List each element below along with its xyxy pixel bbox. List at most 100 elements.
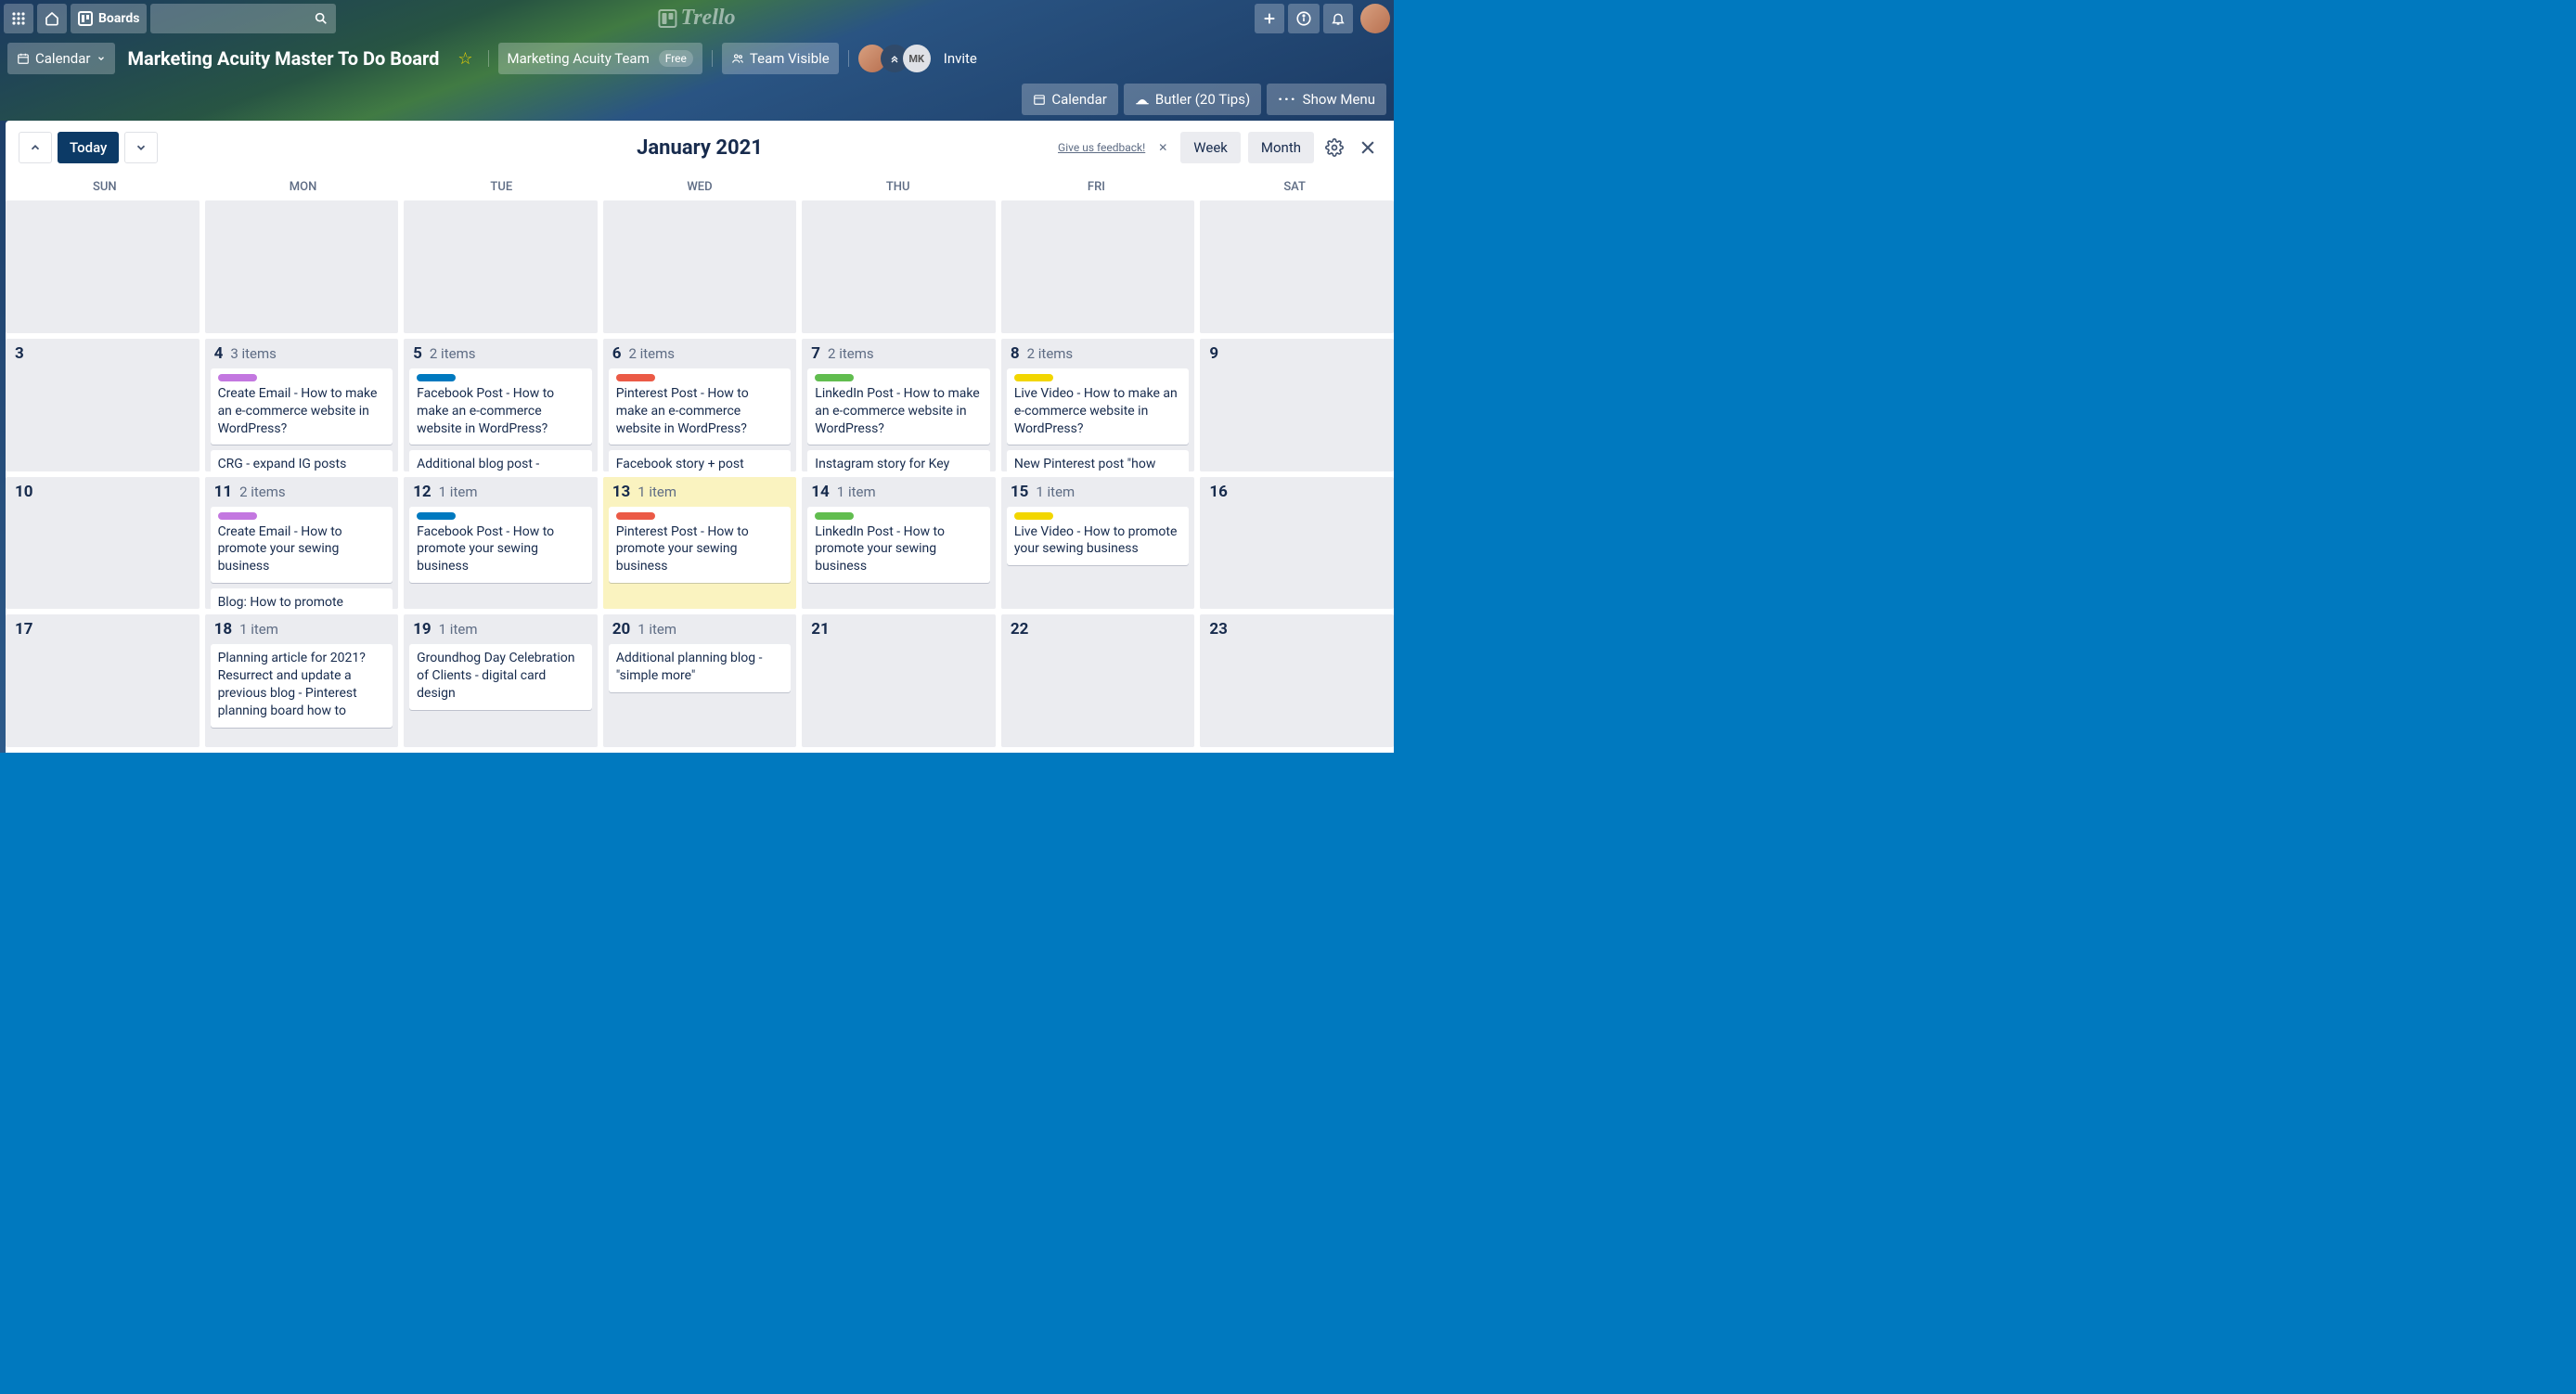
calendar-card[interactable]: Facebook Post - How to promote your sewi…	[409, 507, 592, 584]
next-button[interactable]	[124, 132, 158, 163]
calendar-card[interactable]: Facebook story + post	[609, 450, 792, 471]
card-label	[218, 512, 257, 520]
user-avatar[interactable]	[1360, 4, 1390, 33]
star-button[interactable]: ☆	[452, 49, 478, 69]
today-label: Today	[70, 139, 107, 156]
day-number: 12	[413, 483, 431, 501]
today-button[interactable]: Today	[58, 132, 119, 163]
team-button[interactable]: Marketing Acuity Team Free	[498, 43, 702, 74]
visibility-button[interactable]: Team Visible	[722, 43, 839, 74]
dow-label: SAT	[1195, 174, 1394, 200]
show-menu-label: Show Menu	[1303, 91, 1375, 108]
calendar-card[interactable]: Blog: How to promote	[211, 588, 393, 609]
calendar-cell[interactable]: 191 itemGroundhog Day Celebration of Cli…	[404, 614, 598, 747]
calendar-card[interactable]: Create Email - How to promote your sewin…	[211, 507, 393, 584]
home-button[interactable]	[37, 4, 67, 33]
butler-button[interactable]: Butler (20 Tips)	[1124, 84, 1261, 115]
feedback-link[interactable]: Give us feedback!	[1058, 141, 1145, 154]
calendar-card[interactable]: LinkedIn Post - How to make an e-commerc…	[807, 368, 990, 445]
calendar-card[interactable]: Instagram story for Key	[807, 450, 990, 471]
calendar-cell[interactable]	[404, 200, 598, 333]
card-label	[616, 374, 655, 381]
card-title: Planning article for 2021? Resurrect and…	[218, 650, 386, 720]
calendar-cell[interactable]: 3	[6, 339, 200, 471]
settings-button[interactable]	[1321, 135, 1347, 161]
calendar-cell[interactable]	[802, 200, 996, 333]
calendar-card[interactable]: CRG - expand IG posts	[211, 450, 393, 471]
calendar-card[interactable]: LinkedIn Post - How to promote your sewi…	[807, 507, 990, 584]
calendar-card[interactable]: Live Video - How to promote your sewing …	[1007, 507, 1190, 566]
calendar-cell[interactable]: 9	[1200, 339, 1394, 471]
calendar-cell[interactable]: 17	[6, 614, 200, 747]
invite-button[interactable]: Invite	[936, 50, 985, 67]
calendar-card[interactable]: Create Email - How to make an e-commerce…	[211, 368, 393, 445]
calendar-powerup-button[interactable]: Calendar	[1022, 84, 1118, 115]
calendar-cell[interactable]: 10	[6, 477, 200, 610]
boards-button[interactable]: Boards	[71, 4, 147, 33]
item-count: 2 items	[828, 345, 874, 362]
calendar-cell[interactable]: 22	[1001, 614, 1195, 747]
calendar-card[interactable]: Facebook Post - How to make an e-commerc…	[409, 368, 592, 445]
search-input[interactable]	[150, 4, 336, 33]
calendar-card[interactable]: Live Video - How to make an e-commerce w…	[1007, 368, 1190, 445]
feedback-close[interactable]: ✕	[1153, 141, 1173, 154]
calendar-cell[interactable]: 23	[1200, 614, 1394, 747]
cell-header: 10	[11, 483, 194, 501]
board-title[interactable]: Marketing Acuity Master To Do Board	[121, 47, 447, 70]
item-count: 1 item	[439, 621, 478, 638]
calendar-cell[interactable]: 72 itemsLinkedIn Post - How to make an e…	[802, 339, 996, 471]
month-label: Month	[1261, 139, 1301, 156]
calendar-cell[interactable]: 131 item Pinterest Post - How to promote …	[603, 477, 797, 610]
day-number: 13	[612, 483, 631, 501]
chevron-down-icon	[135, 141, 148, 154]
calendar-cell[interactable]: 52 itemsFacebook Post - How to make an e…	[404, 339, 598, 471]
calendar-cell[interactable]	[1001, 200, 1195, 333]
member-avatar[interactable]: MK	[903, 45, 931, 72]
cell-header: 181 item	[211, 620, 393, 639]
item-count: 1 item	[837, 484, 876, 500]
trello-logo[interactable]: Trello	[658, 6, 735, 31]
day-number: 21	[811, 620, 830, 639]
calendar-cell[interactable]: 62 itemsPinterest Post - How to make an …	[603, 339, 797, 471]
calendar-cell[interactable]: 121 itemFacebook Post - How to promote y…	[404, 477, 598, 610]
calendar-cell[interactable]: 21	[802, 614, 996, 747]
day-number: 3	[15, 344, 24, 363]
apps-menu-button[interactable]	[4, 4, 33, 33]
divider	[848, 50, 849, 67]
calendar-cell[interactable]: 16	[1200, 477, 1394, 610]
calendar-cell[interactable]: 112 itemsCreate Email - How to promote y…	[205, 477, 399, 610]
calendar-card[interactable]: Pinterest Post - How to promote your sew…	[609, 507, 792, 584]
card-title: Additional blog post -	[417, 456, 585, 471]
calendar-cell[interactable]	[205, 200, 399, 333]
calendar-cell[interactable]: 141 itemLinkedIn Post - How to promote y…	[802, 477, 996, 610]
card-title: LinkedIn Post - How to promote your sewi…	[815, 523, 983, 576]
calendar-card[interactable]: Additional blog post -	[409, 450, 592, 471]
calendar-cell[interactable]	[6, 200, 200, 333]
calendar-cell[interactable]: 201 itemAdditional planning blog - "simp…	[603, 614, 797, 747]
calendar-cell[interactable]	[1200, 200, 1394, 333]
calendar-cell[interactable]	[603, 200, 797, 333]
calendar-card[interactable]: Groundhog Day Celebration of Clients - d…	[409, 644, 592, 710]
calendar-cell[interactable]: 43 itemsCreate Email - How to make an e-…	[205, 339, 399, 471]
cell-header: 131 item	[609, 483, 792, 501]
calendar-card[interactable]: New Pinterest post "how	[1007, 450, 1190, 471]
calendar-cell[interactable]: 181 item Planning article for 2021? Resur…	[205, 614, 399, 747]
month-view-button[interactable]: Month	[1248, 132, 1314, 163]
member-initials: MK	[908, 53, 924, 65]
create-button[interactable]	[1255, 4, 1284, 33]
member-stack: MK	[858, 45, 931, 72]
notifications-button[interactable]	[1323, 4, 1353, 33]
prev-button[interactable]	[19, 132, 52, 163]
week-view-button[interactable]: Week	[1180, 132, 1241, 163]
info-button[interactable]	[1288, 4, 1320, 33]
close-button[interactable]	[1355, 135, 1381, 161]
calendar-card[interactable]: Additional planning blog - "simple more"	[609, 644, 792, 692]
show-menu-button[interactable]: ··· Show Menu	[1267, 84, 1386, 115]
card-title: Pinterest Post - How to promote your sew…	[616, 523, 784, 576]
calendar-cell[interactable]: 82 itemsLive Video - How to make an e-co…	[1001, 339, 1195, 471]
card-title: Instagram story for Key	[815, 456, 983, 471]
view-switcher[interactable]: Calendar	[7, 43, 115, 74]
calendar-cell[interactable]: 151 itemLive Video - How to promote your…	[1001, 477, 1195, 610]
calendar-card[interactable]: Pinterest Post - How to make an e-commer…	[609, 368, 792, 445]
calendar-card[interactable]: Planning article for 2021? Resurrect and…	[211, 644, 393, 728]
